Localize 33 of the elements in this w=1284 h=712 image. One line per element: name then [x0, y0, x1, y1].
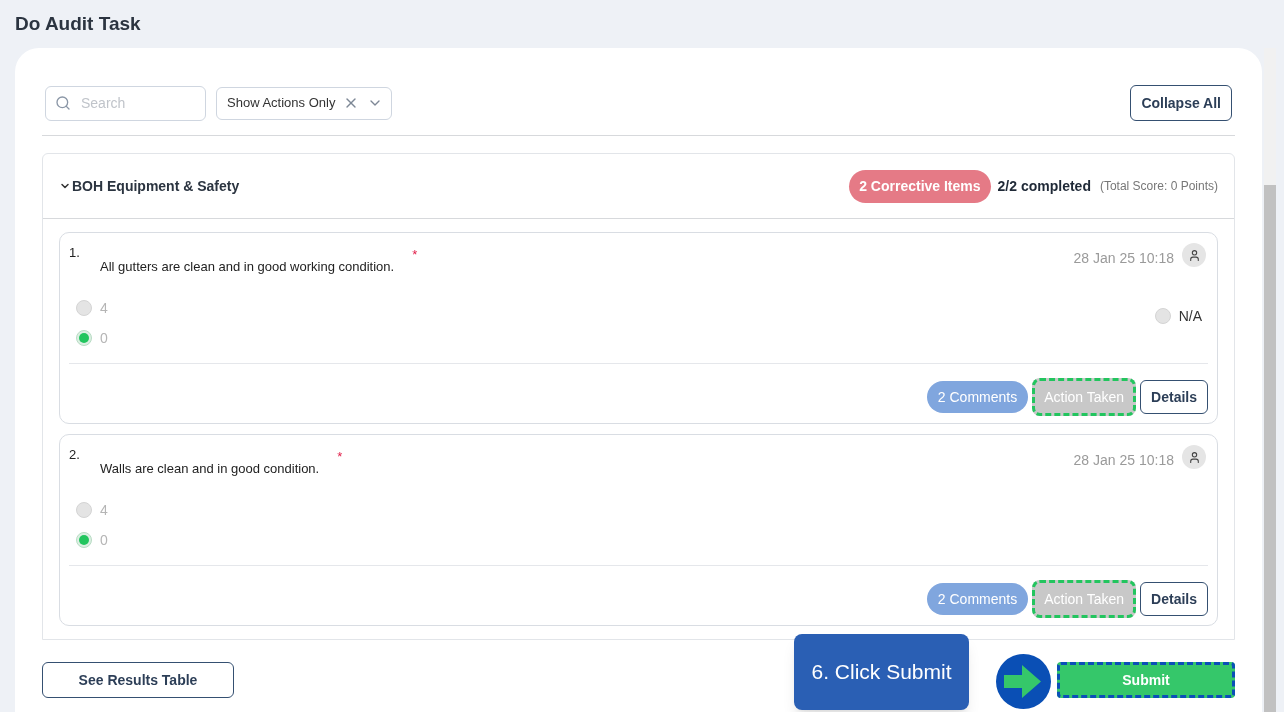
total-score: (Total Score: 0 Points): [1099, 178, 1218, 195]
search-field[interactable]: Search: [45, 85, 206, 121]
see-results-table-button[interactable]: See Results Table: [42, 662, 234, 698]
timestamp: 28 Jan 25 10:18: [1073, 249, 1174, 268]
timestamp: 28 Jan 25 10:18: [1073, 451, 1174, 470]
user-icon: [1182, 243, 1206, 267]
option-label: 4: [100, 500, 108, 520]
radio-button[interactable]: [76, 330, 92, 346]
user-icon: [1182, 445, 1206, 469]
option-label: 4: [100, 298, 108, 318]
question-number: 1.: [69, 244, 81, 262]
option-label: N/A: [1178, 306, 1202, 326]
question-text: Walls are clean and in good condition.: [100, 460, 320, 478]
page-title: Do Audit Task: [15, 12, 141, 36]
filter-dropdown[interactable]: Show Actions Only: [216, 86, 393, 120]
corrective-items-badge: 2 Corrective Items: [849, 169, 991, 203]
option-label: 0: [100, 530, 108, 550]
completed-count: 2/2 completed: [997, 176, 1091, 196]
collapse-all-button[interactable]: Collapse All: [1130, 85, 1232, 121]
section-header[interactable]: BOH Equipment & Safety: [59, 175, 240, 197]
search-icon: [55, 94, 71, 111]
question-number: 2.: [69, 446, 81, 464]
required-mark: *: [412, 246, 418, 264]
radio-button[interactable]: [1154, 308, 1171, 324]
option-label: 0: [100, 328, 108, 348]
radio-button[interactable]: [76, 502, 92, 518]
required-mark: *: [337, 448, 343, 466]
question-text: All gutters are clean and in good working condition.: [100, 258, 395, 276]
radio-button[interactable]: [76, 300, 92, 316]
details-button[interactable]: Details: [1140, 582, 1208, 616]
details-button[interactable]: Details: [1140, 380, 1208, 414]
guide-callout: 6. Click Submit: [794, 634, 969, 710]
radio-button[interactable]: [76, 532, 92, 548]
